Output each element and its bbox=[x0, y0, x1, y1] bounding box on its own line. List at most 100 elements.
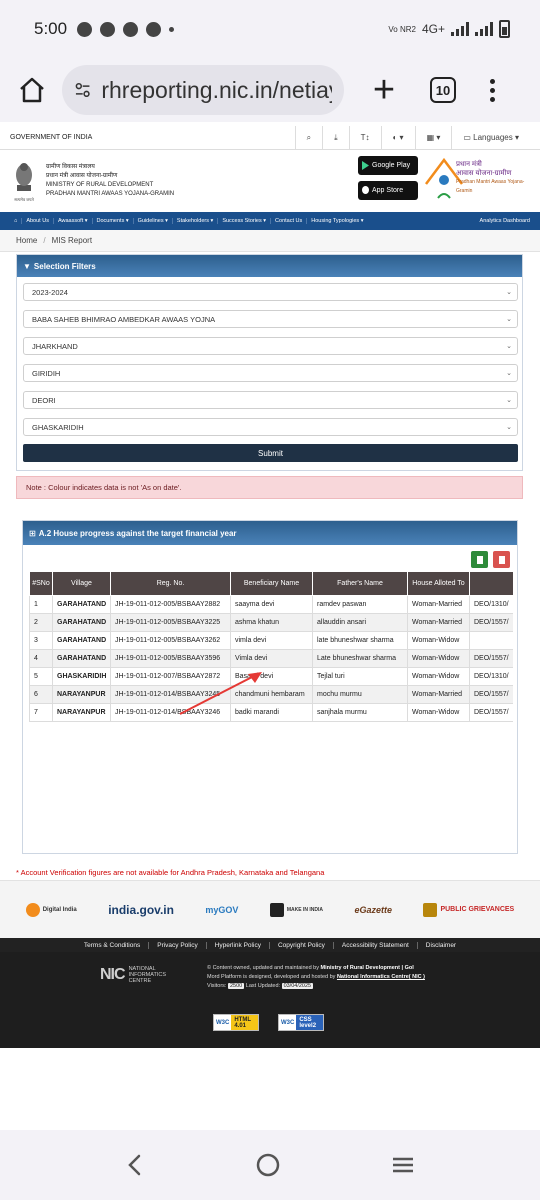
table-cell: 7 bbox=[29, 703, 53, 722]
nav-home-icon[interactable]: ⌂ bbox=[10, 218, 23, 224]
home-circle-button[interactable] bbox=[255, 1152, 281, 1178]
table-cell: DEO/1557/ bbox=[469, 703, 513, 722]
block-select[interactable]: DEORI ⌄ bbox=[23, 391, 518, 409]
state-select[interactable]: JHARKHAND ⌄ bbox=[23, 337, 518, 355]
logo-label: Digital India bbox=[42, 906, 77, 913]
breadcrumb-home[interactable]: Home bbox=[16, 236, 37, 245]
search-icon[interactable]: ⌕ bbox=[294, 125, 322, 150]
google-play-label: Google Play bbox=[372, 162, 411, 169]
android-nav-bar bbox=[0, 1130, 540, 1200]
address-bar[interactable]: rhreporting.nic.in/netiay bbox=[62, 65, 344, 115]
pmay-hindi-2: आवास योजना-ग्रामीण bbox=[456, 170, 512, 177]
table-cell: JH-19-011-012-005/BSBAAY3596 bbox=[110, 649, 231, 668]
back-button[interactable] bbox=[125, 1153, 145, 1177]
panchayat-select[interactable]: GHASKARIDIH ⌄ bbox=[23, 418, 518, 436]
table-header-row: #SNo Village Reg. No. Beneficiary Name F… bbox=[29, 571, 513, 596]
home-icon bbox=[20, 77, 44, 103]
digital-india-logo[interactable]: Digital India bbox=[25, 902, 77, 917]
status-bar: 5:00 Vo NR2 4G+ bbox=[0, 0, 540, 58]
download-icon[interactable]: ⤓ bbox=[322, 125, 349, 150]
site-settings-icon bbox=[75, 82, 90, 98]
table-cell: 3 bbox=[29, 631, 53, 650]
district-select[interactable]: GIRIDIH ⌄ bbox=[23, 364, 518, 382]
financial-year-select[interactable]: 2023-2024 ⌄ bbox=[23, 283, 518, 301]
text-size-icon[interactable]: T↕ bbox=[348, 125, 381, 150]
language-icon: ▭ bbox=[463, 133, 474, 142]
table-cell: DEO/1557/ bbox=[469, 613, 513, 632]
whatsapp-icon bbox=[77, 21, 93, 37]
column-header bbox=[469, 571, 513, 596]
progress-table: #SNo Village Reg. No. Beneficiary Name F… bbox=[29, 571, 513, 722]
nav-item-housing-typologies[interactable]: Housing Typologies ▾ bbox=[307, 218, 367, 224]
submit-button[interactable]: Submit bbox=[23, 444, 518, 462]
platform-owner-link[interactable]: National Informatics Centre( NIC ) bbox=[337, 974, 425, 980]
table-cell: allauddin ansari bbox=[312, 613, 408, 632]
w3c-html-badge[interactable]: W3C HTML 4.01 bbox=[213, 1014, 259, 1031]
languages-label: Languages bbox=[473, 133, 513, 142]
ministry-title: ग्रामीण विकास मंत्रालय प्रधान मंत्री आवा… bbox=[46, 163, 174, 199]
google-play-button[interactable]: Google Play bbox=[358, 156, 418, 175]
table-cell: Woman-Married bbox=[407, 685, 470, 704]
chevron-down-icon: ⌄ bbox=[506, 343, 512, 350]
column-header: Reg. No. bbox=[110, 571, 231, 596]
footer-link-copyright[interactable]: Copyright Policy bbox=[270, 941, 334, 949]
egazette-logo[interactable]: eGazette bbox=[354, 905, 392, 915]
select-value: GIRIDIH bbox=[32, 368, 61, 378]
recent-apps-button[interactable] bbox=[391, 1155, 415, 1175]
app-store-button[interactable]: App Store bbox=[358, 181, 418, 200]
nav-item-awaassoft[interactable]: Awaassoft ▾ bbox=[54, 218, 93, 224]
footer-link-accessibility[interactable]: Accessibility Statement bbox=[334, 941, 418, 949]
footer-link-hyperlink[interactable]: Hyperlink Policy bbox=[207, 941, 270, 949]
app-store-links: Google Play App Store bbox=[358, 156, 418, 200]
breadcrumb-separator: / bbox=[43, 236, 46, 245]
mygov-logo[interactable]: myGOV bbox=[205, 905, 238, 915]
table-icon: ⊞ bbox=[29, 528, 36, 538]
table-cell: 4 bbox=[29, 649, 53, 668]
nav-item-stakeholders[interactable]: Stakeholders ▾ bbox=[173, 218, 219, 224]
contrast-icon[interactable]: ◐ ▾ bbox=[380, 125, 415, 150]
nav-item-about[interactable]: About Us bbox=[22, 218, 54, 224]
new-tab-button[interactable]: + bbox=[364, 71, 404, 109]
table-row: 2 GARAHATAND JH-19-011-012-005/BSBAAY3225 a… bbox=[29, 613, 513, 632]
nav-item-contact[interactable]: Contact Us bbox=[271, 218, 308, 224]
table-cell: chandmuni hembaram bbox=[230, 685, 313, 704]
home-button[interactable] bbox=[14, 72, 50, 108]
footer-link-disclaimer[interactable]: Disclaimer bbox=[418, 942, 464, 949]
logo-label: eGazette bbox=[354, 904, 392, 915]
make-in-india-logo[interactable]: MAKE IN INDIA bbox=[269, 902, 323, 917]
nav-analytics-dashboard[interactable]: Analytics Dashboard bbox=[480, 218, 530, 224]
table-cell: JH-19-011-012-014/BSBAAY3245 bbox=[110, 685, 231, 704]
table-cell: Woman-Widow bbox=[407, 667, 470, 686]
table-cell: GHASKARIDIH bbox=[52, 667, 111, 686]
messenger-icon bbox=[123, 21, 139, 37]
languages-button[interactable]: ▭ Languages ▾ bbox=[451, 125, 530, 150]
pdf-export-button[interactable] bbox=[493, 551, 510, 568]
table-cell: 5 bbox=[29, 667, 53, 686]
scheme-select[interactable]: BABA SAHEB BHIMRAO AMBEDKAR AWAAS YOJNA ⌄ bbox=[23, 310, 518, 328]
nav-item-guidelines[interactable]: Guidelines ▾ bbox=[134, 218, 173, 224]
column-header: Father's Name bbox=[312, 571, 408, 596]
app-store-label: App Store bbox=[372, 187, 404, 194]
table-cell: vimla devi bbox=[230, 631, 313, 650]
table-cell: ashma khatun bbox=[230, 613, 313, 632]
nav-item-success-stories[interactable]: Success Stories ▾ bbox=[218, 218, 272, 224]
nav-item-documents[interactable]: Documents ▾ bbox=[93, 218, 134, 224]
table-cell: Woman-Widow bbox=[407, 649, 470, 668]
table-cell: Woman-Married bbox=[407, 595, 470, 614]
hindi-ministry-text: ग्रामीण विकास मंत्रालय bbox=[46, 164, 95, 170]
nic-logo: NIC NATIONAL INFORMATICS CENTRE bbox=[100, 966, 166, 984]
footer-link-terms[interactable]: Terms & Conditions bbox=[76, 941, 150, 949]
footer-link-privacy[interactable]: Privacy Policy bbox=[149, 941, 207, 949]
public-grievances-logo[interactable]: PUBLIC GRIEVANCES bbox=[423, 902, 515, 917]
india-gov-logo[interactable]: india.gov.in bbox=[108, 903, 174, 917]
table-cell: DEO/1557/ bbox=[469, 685, 513, 704]
browser-menu-button[interactable] bbox=[490, 78, 495, 102]
w3c-css-badge[interactable]: W3C CSS level2 bbox=[278, 1014, 324, 1031]
table-cell: JH-19-011-012-005/BSBAAY3225 bbox=[110, 613, 231, 632]
excel-export-button[interactable] bbox=[471, 551, 488, 568]
logo-label: PUBLIC GRIEVANCES bbox=[440, 906, 515, 913]
tab-switcher-button[interactable]: 10 bbox=[430, 77, 456, 103]
progress-table-scroll[interactable]: #SNo Village Reg. No. Beneficiary Name F… bbox=[29, 571, 513, 746]
sitemap-icon[interactable]: ▦ ▾ bbox=[414, 125, 452, 150]
chevron-down-icon: ⌄ bbox=[506, 370, 512, 377]
